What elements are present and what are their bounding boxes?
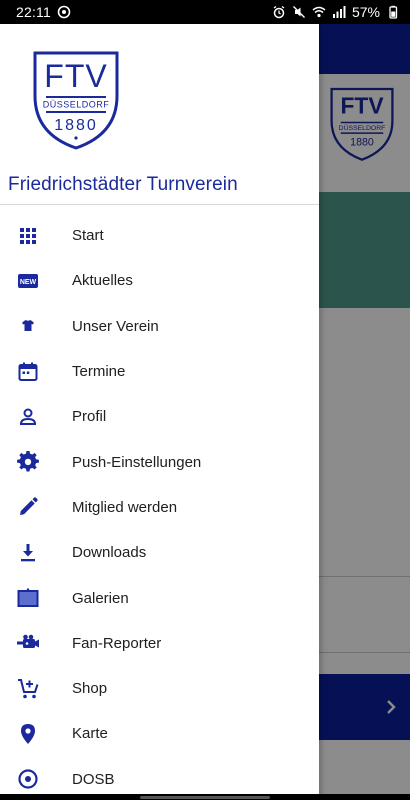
menu-item-profil[interactable]: Profil — [0, 394, 319, 439]
person-icon — [0, 405, 72, 429]
svg-text:NEW: NEW — [20, 279, 37, 286]
camera-icon — [0, 631, 72, 655]
svg-text:FTV: FTV — [44, 58, 107, 94]
menu-item-karte[interactable]: Karte — [0, 711, 319, 756]
pencil-icon — [0, 495, 72, 519]
menu-item-label: Push-Einstellungen — [72, 453, 202, 471]
menu-item-label: Mitglied werden — [72, 498, 178, 516]
drawer-header: FTV DÜSSELDORF 1880 Friedrichstädter Tur… — [0, 24, 319, 205]
menu-item-label: Galerien — [72, 589, 129, 607]
menu-item-label: Profil — [72, 408, 107, 426]
battery-icon — [386, 5, 400, 19]
menu-item-label: Karte — [72, 725, 108, 743]
jersey-icon — [0, 314, 72, 338]
menu-item-fan-reporter[interactable]: Fan-Reporter — [0, 621, 319, 666]
status-time: 22:11 — [16, 4, 51, 20]
grid-icon — [0, 224, 72, 248]
menu-item-label: DOSB — [72, 770, 115, 788]
battery-percent: 57% — [351, 4, 380, 20]
club-crest-logo: FTV DÜSSELDORF 1880 — [33, 51, 119, 150]
menu-item-label: Start — [72, 227, 104, 245]
map-pin-icon — [0, 722, 72, 746]
calendar-icon — [0, 360, 72, 384]
cart-add-icon — [0, 677, 72, 701]
menu-item-start[interactable]: Start — [0, 213, 319, 258]
drawer-menu: Start NEW Aktuelles Unser Verein Termine… — [0, 205, 319, 800]
gesture-nav-bar — [0, 794, 410, 800]
menu-item-shop[interactable]: Shop — [0, 666, 319, 711]
target-icon — [0, 767, 72, 791]
menu-item-push-einstellungen[interactable]: Push-Einstellungen — [0, 439, 319, 484]
menu-item-label: Fan-Reporter — [72, 634, 162, 652]
menu-item-label: Downloads — [72, 544, 147, 562]
menu-item-termine[interactable]: Termine — [0, 349, 319, 394]
alarm-icon — [272, 5, 286, 19]
menu-item-label: Termine — [72, 363, 126, 381]
home-gesture-handle[interactable] — [140, 795, 270, 799]
status-bar: 22:11 57% — [0, 0, 410, 24]
menu-item-aktuelles[interactable]: NEW Aktuelles — [0, 258, 319, 303]
svg-text:DÜSSELDORF: DÜSSELDORF — [43, 100, 110, 110]
wifi-icon — [312, 5, 326, 19]
status-left: 22:11 — [16, 4, 71, 20]
club-name: Friedrichstädter Turnverein — [8, 174, 238, 195]
menu-item-mitglied-werden[interactable]: Mitglied werden — [0, 485, 319, 530]
mute-icon — [292, 5, 306, 19]
gear-icon — [0, 450, 72, 474]
menu-item-label: Shop — [72, 680, 108, 698]
menu-item-label: Aktuelles — [72, 272, 133, 290]
download-icon — [0, 541, 72, 565]
menu-item-galerien[interactable]: Galerien — [0, 575, 319, 620]
notification-icon — [57, 5, 71, 19]
gallery-icon — [0, 586, 72, 610]
navigation-drawer: FTV DÜSSELDORF 1880 Friedrichstädter Tur… — [0, 24, 319, 800]
status-right: 57% — [272, 4, 400, 20]
menu-item-label: Unser Verein — [72, 317, 159, 335]
menu-item-unser-verein[interactable]: Unser Verein — [0, 304, 319, 349]
new-badge-icon: NEW — [0, 269, 72, 293]
svg-text:1880: 1880 — [54, 117, 98, 134]
signal-icon — [332, 5, 346, 19]
menu-item-downloads[interactable]: Downloads — [0, 530, 319, 575]
